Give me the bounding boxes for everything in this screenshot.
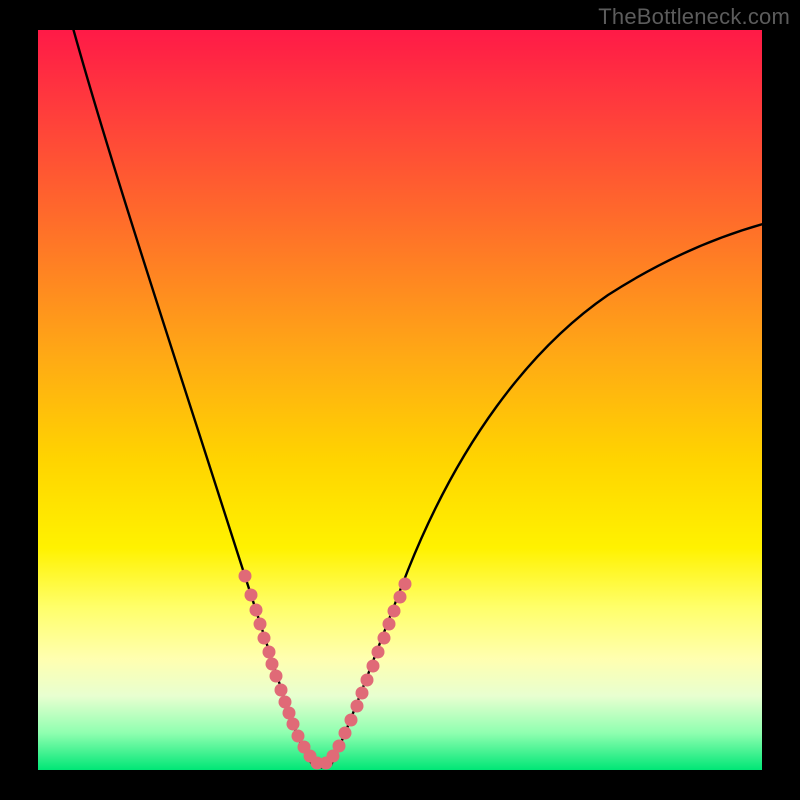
curve-layer <box>38 30 762 770</box>
chart-frame: TheBottleneck.com <box>0 0 800 800</box>
plot-area <box>38 30 762 770</box>
curve-left <box>68 30 313 765</box>
watermark-text: TheBottleneck.com <box>598 4 790 30</box>
marker-group-left <box>239 570 324 770</box>
curve-right <box>331 220 762 765</box>
marker-group-right <box>320 578 412 770</box>
